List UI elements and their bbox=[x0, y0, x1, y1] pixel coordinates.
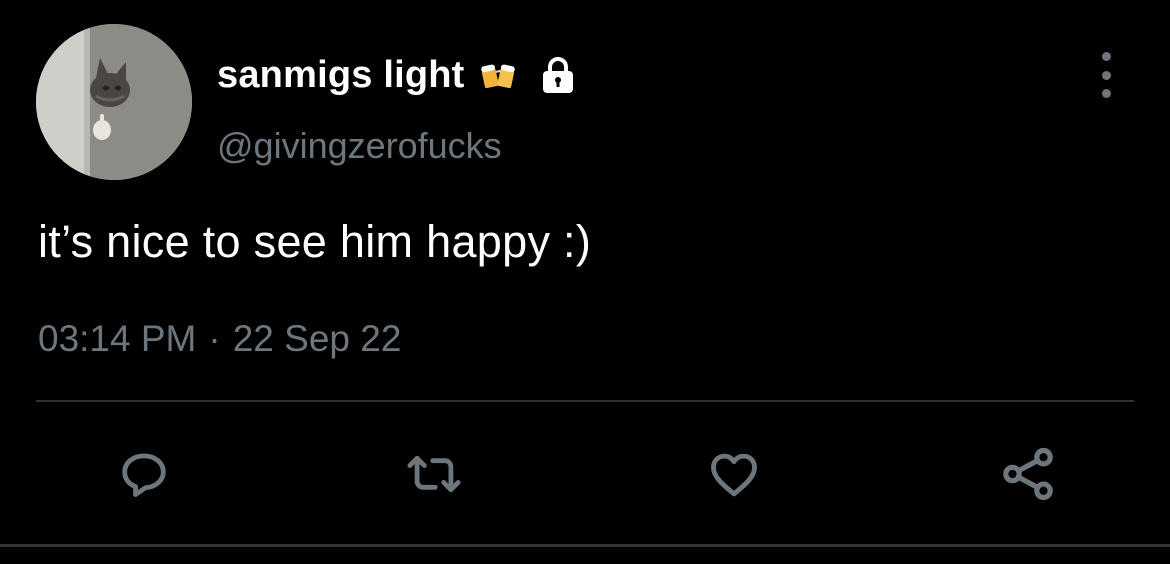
timestamp[interactable]: 03:14 PM · 22 Sep 22 bbox=[38, 318, 401, 360]
retweet-icon bbox=[407, 455, 461, 493]
share-icon bbox=[1003, 447, 1053, 501]
tweet-date: 22 Sep 22 bbox=[232, 318, 402, 359]
cat-peeking-avatar-image bbox=[36, 24, 192, 180]
retweet-button[interactable] bbox=[402, 442, 466, 506]
tweet-card: sanmigs light @givingzerofucks it’s nice… bbox=[0, 0, 1170, 564]
reply-button[interactable] bbox=[112, 442, 176, 506]
display-name[interactable]: sanmigs light bbox=[217, 54, 465, 97]
divider bbox=[36, 400, 1134, 402]
timestamp-separator: · bbox=[208, 318, 221, 359]
dot-icon bbox=[1101, 89, 1111, 98]
dot-icon bbox=[1101, 70, 1111, 80]
lock-icon bbox=[537, 54, 579, 96]
like-button[interactable] bbox=[702, 442, 766, 506]
heart-icon bbox=[711, 453, 757, 497]
bottom-divider bbox=[0, 544, 1170, 547]
more-options-button[interactable] bbox=[1088, 52, 1124, 98]
user-handle[interactable]: @givingzerofucks bbox=[217, 125, 502, 167]
tweet-time: 03:14 PM bbox=[38, 318, 197, 359]
dot-icon bbox=[1101, 52, 1111, 61]
tweet-text: it’s nice to see him happy :) bbox=[38, 216, 592, 267]
share-button[interactable] bbox=[996, 442, 1060, 506]
beer-mugs-emoji-icon bbox=[479, 59, 517, 91]
display-name-row: sanmigs light bbox=[217, 50, 579, 100]
avatar[interactable] bbox=[36, 24, 192, 180]
reply-bubble-icon bbox=[122, 453, 166, 497]
